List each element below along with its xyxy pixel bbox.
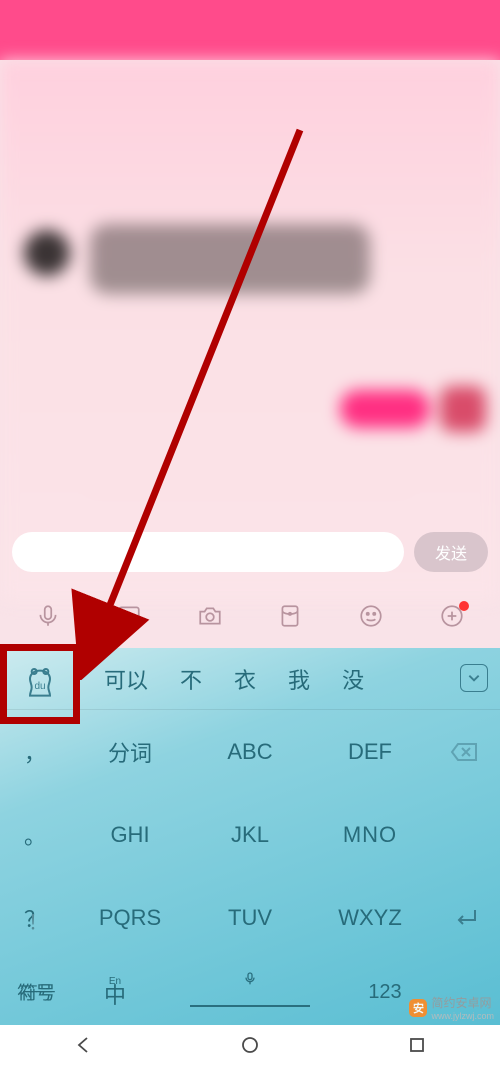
voice-icon[interactable] xyxy=(35,603,61,629)
collapse-icon[interactable] xyxy=(460,664,488,692)
key-ghi[interactable]: GHI xyxy=(70,793,190,876)
candidate[interactable]: 不 xyxy=(180,663,202,695)
lang-main: 中 xyxy=(104,985,126,1007)
back-button[interactable] xyxy=(73,1035,93,1060)
symbol-key[interactable]: 符号 xyxy=(20,979,56,1005)
key-wxyz[interactable]: WXYZ xyxy=(310,876,430,959)
key-grid: ， 分词 ABC DEF 。 GHI JKL MNO ？ PQRS TUV WX… xyxy=(0,710,500,959)
watermark-text: 简约安卓网 xyxy=(431,994,494,1011)
text-input[interactable] xyxy=(12,532,404,572)
input-row: 发送 xyxy=(0,524,500,580)
candidate[interactable]: 可以 xyxy=(104,663,148,695)
tool-row xyxy=(0,586,500,646)
message-bubble xyxy=(90,224,370,294)
image-icon[interactable] xyxy=(116,603,142,629)
avatar xyxy=(440,386,486,432)
key-def[interactable]: DEF xyxy=(310,710,430,793)
punct-key[interactable]: 。 xyxy=(0,793,70,876)
punct-key[interactable]: ！ xyxy=(28,906,48,935)
watermark: 安 简约安卓网 www.jylzwj.com xyxy=(409,994,494,1021)
key-jkl[interactable]: JKL xyxy=(190,793,310,876)
message-bubble xyxy=(340,390,430,428)
candidate-bar: du 可以 不 衣 我 没 xyxy=(0,648,500,710)
key-fenci[interactable]: 分词 xyxy=(70,710,190,793)
candidate[interactable]: 我 xyxy=(288,663,310,695)
backspace-key[interactable] xyxy=(430,710,500,793)
language-key[interactable]: En 中 xyxy=(70,977,160,1007)
send-button[interactable]: 发送 xyxy=(414,532,488,572)
baidu-logo-button[interactable]: du xyxy=(0,644,80,724)
key-mno[interactable]: MNO xyxy=(310,793,430,876)
redpacket-icon[interactable] xyxy=(277,603,303,629)
system-text: · · · · · · · · · · · · · · · · · · · · … xyxy=(40,480,460,498)
key-pqrs[interactable]: PQRS xyxy=(70,876,190,959)
keyboard: du 可以 不 衣 我 没 ， 分词 ABC DEF 。 GHI JKL MNO… xyxy=(0,648,500,1025)
watermark-url: www.jylzwj.com xyxy=(431,1011,494,1021)
camera-icon[interactable] xyxy=(197,603,223,629)
key-abc[interactable]: ABC xyxy=(190,710,310,793)
key-tuv[interactable]: TUV xyxy=(190,876,310,959)
svg-text:du: du xyxy=(34,681,45,692)
plus-icon[interactable] xyxy=(439,603,465,629)
android-navbar xyxy=(0,1025,500,1069)
status-bar xyxy=(0,0,500,60)
home-button[interactable] xyxy=(240,1035,260,1060)
recent-button[interactable] xyxy=(407,1035,427,1060)
watermark-badge: 安 xyxy=(409,999,427,1017)
enter-key[interactable] xyxy=(430,876,500,959)
chat-area: · · · · · · · · · · · · · · · · · · · · … xyxy=(0,60,500,600)
avatar xyxy=(24,230,70,276)
candidate[interactable]: 没 xyxy=(342,663,364,695)
emoji-icon[interactable] xyxy=(358,603,384,629)
spacebar[interactable] xyxy=(160,977,340,1007)
candidate[interactable]: 衣 xyxy=(234,663,256,695)
notification-badge xyxy=(459,601,469,611)
